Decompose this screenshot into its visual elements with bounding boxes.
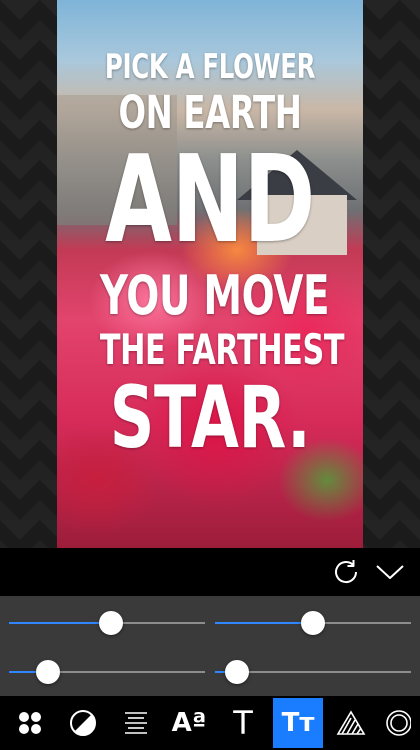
align-icon[interactable]: [111, 698, 161, 748]
slider-thumb[interactable]: [301, 611, 325, 635]
quote-line-3: AND: [105, 131, 315, 270]
text-icon[interactable]: T: [218, 698, 268, 748]
quote-line-5: THE FARTHEST: [99, 325, 345, 374]
slider-fill: [9, 622, 111, 624]
slider-3[interactable]: [9, 660, 205, 684]
quote-line-4: YOU MOVE: [99, 264, 330, 327]
quote-text[interactable]: PICK A FLOWER ON EARTH AND YOU MOVE THE …: [57, 50, 363, 461]
contrast-icon[interactable]: [58, 698, 108, 748]
slider-thumb[interactable]: [36, 660, 61, 684]
slider-thumb[interactable]: [224, 660, 249, 684]
quote-line-6: STAR.: [109, 368, 311, 468]
text-case-icon[interactable]: Tт: [273, 698, 323, 748]
action-bar: [0, 548, 420, 596]
texture-icon[interactable]: [326, 698, 376, 748]
slider-fill: [215, 622, 313, 624]
quote-line-1: PICK A FLOWER: [104, 47, 316, 87]
text-case-glyph: Tт: [281, 708, 315, 738]
refresh-icon[interactable]: [330, 556, 362, 588]
preview-stage: PICK A FLOWER ON EARTH AND YOU MOVE THE …: [0, 0, 420, 548]
text-glyph: T: [233, 704, 253, 742]
slider-1[interactable]: [9, 611, 205, 635]
font-size-icon[interactable]: Aª: [164, 698, 214, 748]
filters-icon[interactable]: [5, 698, 55, 748]
slider-2[interactable]: [215, 611, 411, 635]
adjustment-sliders: [0, 596, 420, 696]
chevron-down-icon[interactable]: [374, 556, 406, 588]
border-icon[interactable]: [379, 698, 420, 748]
font-size-glyph: Aª: [171, 708, 207, 738]
quote-line-2: ON EARTH: [118, 86, 302, 139]
slider-thumb[interactable]: [98, 611, 123, 635]
slider-4[interactable]: [215, 660, 411, 684]
tool-bar: Aª T Tт: [0, 696, 420, 750]
